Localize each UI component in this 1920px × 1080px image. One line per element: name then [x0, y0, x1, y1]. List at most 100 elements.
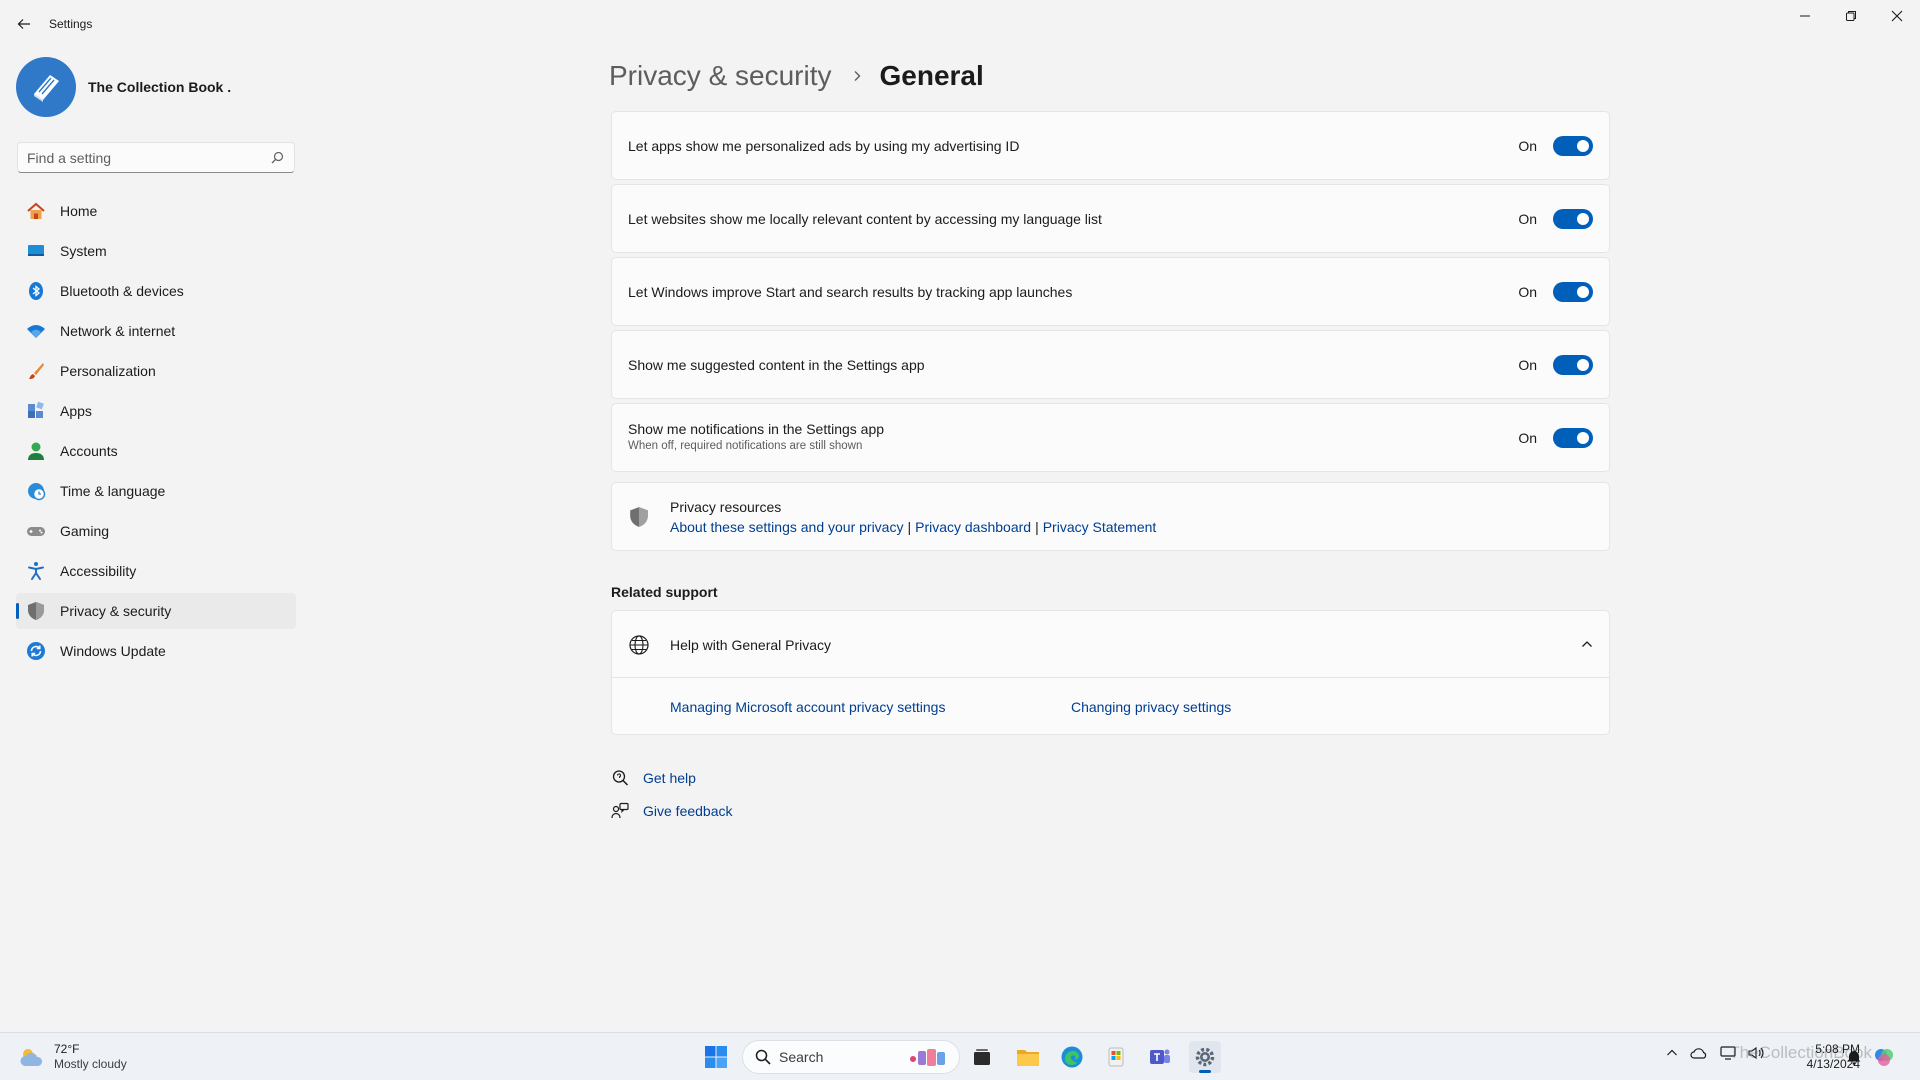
suggested-content-toggle[interactable]	[1553, 355, 1593, 375]
link-separator: |	[907, 519, 912, 535]
sidebar-item-privacy-security[interactable]: Privacy & security	[16, 593, 296, 629]
taskbar-search[interactable]: Search	[742, 1040, 960, 1074]
about-settings-privacy-link[interactable]: About these settings and your privacy	[670, 519, 903, 535]
sidebar-item-apps[interactable]: Apps	[16, 393, 296, 429]
taskbar-search-label: Search	[779, 1049, 824, 1065]
taskbar: 72°F Mostly cloudy Search TheCollectionB…	[0, 1032, 1920, 1080]
globe-icon	[628, 634, 650, 661]
managing-account-privacy-link[interactable]: Managing Microsoft account privacy setti…	[670, 699, 945, 715]
weather-description: Mostly cloudy	[54, 1057, 127, 1071]
close-button[interactable]	[1874, 0, 1920, 32]
setting-description: When off, required notifications are sti…	[628, 440, 863, 452]
avatar	[16, 57, 76, 117]
help-card: Help with General Privacy Managing Micro…	[611, 610, 1610, 735]
teams-button[interactable]	[1144, 1041, 1176, 1073]
feedback-icon	[611, 802, 629, 820]
privacy-resources-title: Privacy resources	[670, 499, 782, 515]
windows-logo-icon	[705, 1046, 727, 1068]
back-button[interactable]	[12, 12, 36, 36]
advertising-id-toggle[interactable]	[1553, 136, 1593, 156]
store-icon	[1108, 1047, 1124, 1067]
sidebar-item-accounts[interactable]: Accounts	[16, 433, 296, 469]
changing-privacy-settings-link[interactable]: Changing privacy settings	[1071, 699, 1231, 715]
file-explorer-button[interactable]	[1012, 1041, 1044, 1073]
search-input[interactable]	[18, 149, 258, 166]
notifications-button[interactable]	[1842, 1043, 1866, 1071]
window-title: Settings	[49, 17, 93, 31]
help-expander-header[interactable]: Help with General Privacy	[612, 611, 1609, 678]
search-highlight-icon	[910, 1049, 945, 1066]
weather-temperature: 72°F	[54, 1042, 80, 1056]
sidebar-item-label: Accessibility	[60, 563, 137, 579]
sidebar-item-accessibility[interactable]: Accessibility	[16, 553, 296, 589]
toggle-knob	[1577, 286, 1589, 298]
task-view-button[interactable]	[966, 1041, 998, 1073]
system-icon	[26, 241, 46, 261]
privacy-statement-link[interactable]: Privacy Statement	[1043, 519, 1157, 535]
store-button[interactable]	[1100, 1041, 1132, 1073]
toggle-knob	[1577, 213, 1589, 225]
app-launches-toggle[interactable]	[1553, 282, 1593, 302]
notifications-toggle[interactable]	[1553, 428, 1593, 448]
user-profile[interactable]: The Collection Book .	[16, 56, 231, 118]
update-icon	[26, 641, 46, 661]
minimize-button[interactable]	[1782, 0, 1828, 32]
home-icon	[26, 201, 46, 221]
search-box[interactable]	[17, 142, 295, 173]
sidebar-item-home[interactable]: Home	[16, 193, 296, 229]
copilot-button[interactable]	[1870, 1043, 1898, 1071]
language-list-toggle[interactable]	[1553, 209, 1593, 229]
get-help-link[interactable]: Get help	[643, 770, 696, 786]
give-feedback-link[interactable]: Give feedback	[643, 803, 733, 819]
search-icon	[755, 1049, 771, 1065]
sidebar-item-label: Privacy & security	[60, 603, 172, 619]
sidebar-item-network[interactable]: Network & internet	[16, 313, 296, 349]
restore-button[interactable]	[1828, 0, 1874, 32]
copilot-icon	[1875, 1049, 1893, 1066]
sidebar-item-system[interactable]: System	[16, 233, 296, 269]
setting-card-app-launches: Let Windows improve Start and search res…	[611, 257, 1610, 326]
toggle-state-label: On	[1518, 138, 1537, 154]
breadcrumb-parent-link[interactable]: Privacy & security	[609, 60, 832, 92]
sidebar-item-gaming[interactable]: Gaming	[16, 513, 296, 549]
chevron-right-icon	[852, 70, 862, 82]
apps-icon	[26, 401, 46, 421]
chevron-up-icon[interactable]	[1666, 1047, 1678, 1059]
sidebar-item-label: Windows Update	[60, 643, 166, 659]
profile-name: The Collection Book .	[88, 79, 232, 95]
book-logo-icon	[34, 75, 59, 102]
edge-browser-button[interactable]	[1056, 1041, 1088, 1073]
weather-widget[interactable]: 72°F Mostly cloudy	[18, 1042, 127, 1072]
related-support-heading: Related support	[611, 584, 718, 600]
restore-icon	[1846, 11, 1856, 21]
clock-globe-icon	[26, 481, 46, 501]
get-help-row[interactable]: Get help	[611, 768, 696, 788]
chevron-up-icon[interactable]	[1581, 637, 1593, 655]
start-button[interactable]	[700, 1041, 732, 1073]
gamepad-icon	[26, 521, 46, 541]
sidebar-item-label: Home	[60, 203, 98, 219]
bell-icon	[1847, 1051, 1861, 1065]
privacy-resources-links: About these settings and your privacy | Pr…	[670, 519, 1156, 535]
sidebar-item-bluetooth[interactable]: Bluetooth & devices	[16, 273, 296, 309]
sidebar-item-label: Accounts	[60, 443, 118, 459]
settings-app-button[interactable]	[1189, 1041, 1221, 1073]
sidebar-item-time-language[interactable]: Time & language	[16, 473, 296, 509]
search-icon	[271, 151, 284, 169]
give-feedback-row[interactable]: Give feedback	[611, 801, 733, 821]
toggle-state-label: On	[1518, 430, 1537, 446]
shield-icon	[26, 601, 46, 621]
accounts-icon	[26, 441, 46, 461]
privacy-dashboard-link[interactable]: Privacy dashboard	[915, 519, 1031, 535]
sidebar-item-personalization[interactable]: Personalization	[16, 353, 296, 389]
onedrive-icon[interactable]	[1690, 1046, 1708, 1060]
setting-label: Show me notifications in the Settings ap…	[628, 421, 885, 437]
toggle-knob	[1577, 432, 1589, 444]
cloudy-weather-icon	[20, 1049, 43, 1066]
sidebar-nav: Home System Bluetooth & devices Network …	[16, 193, 296, 673]
sidebar-item-windows-update[interactable]: Windows Update	[16, 633, 296, 669]
sidebar-item-label: Network & internet	[60, 323, 176, 339]
arrow-left-icon	[17, 19, 30, 29]
shield-icon	[628, 506, 650, 533]
sidebar-item-label: Apps	[60, 403, 92, 419]
